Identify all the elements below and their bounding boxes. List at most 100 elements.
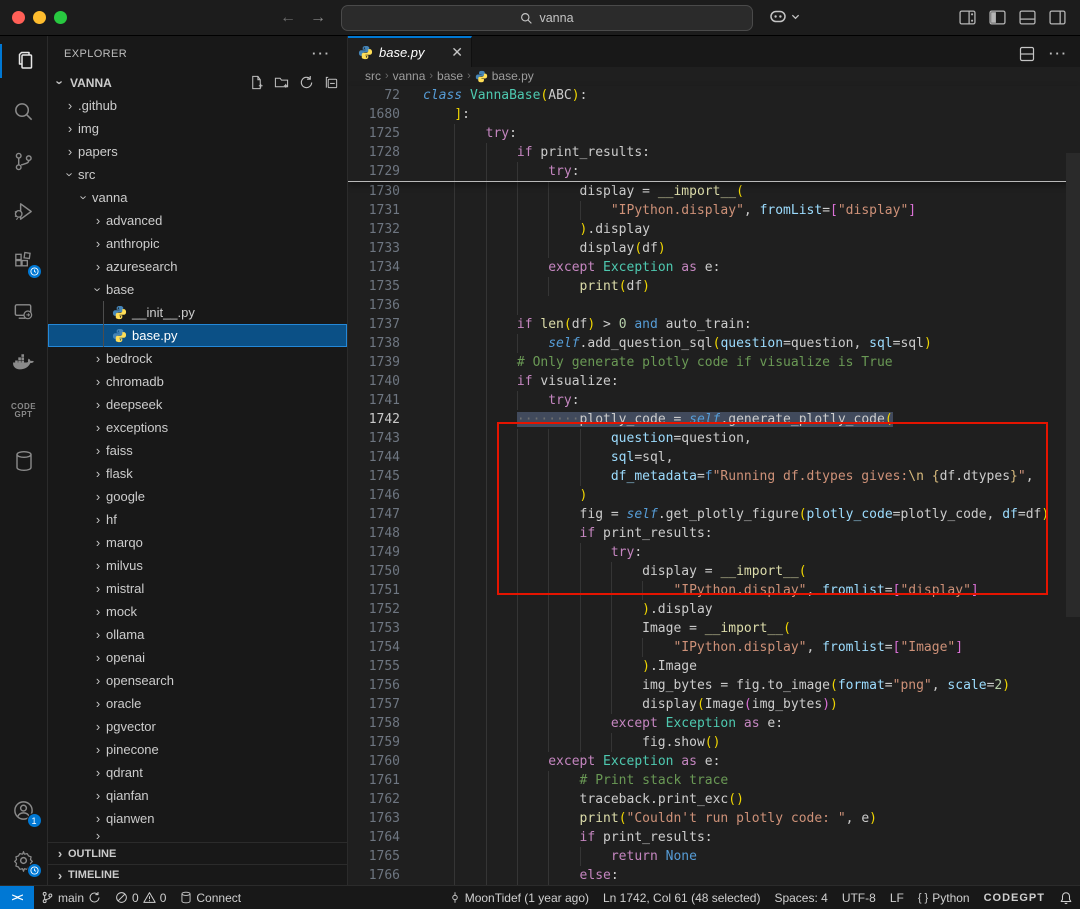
remote-indicator[interactable]: >< (0, 886, 34, 909)
line-number[interactable]: 1733 (348, 239, 400, 258)
indentation-status[interactable]: Spaces: 4 (767, 886, 834, 909)
split-editor-icon[interactable] (1019, 46, 1035, 62)
tree-item-openai[interactable]: ›openai (48, 646, 347, 669)
explorer-more-actions-icon[interactable]: ··· (312, 46, 331, 61)
workspace-section-header[interactable]: › VANNA (48, 71, 347, 94)
code-lines[interactable]: 1730 display = __import__(1731 "IPython.… (348, 182, 1080, 885)
line-content[interactable]: try: (400, 543, 1080, 562)
breadcrumb-src[interactable]: src (365, 69, 381, 83)
line-number[interactable]: 1735 (348, 277, 400, 296)
line-content[interactable]: # Only generate plotly code if visualize… (400, 353, 1080, 372)
line-content[interactable]: "IPython.display", fromlist=["Image"] (400, 638, 1080, 657)
code-line-1762[interactable]: 1762 traceback.print_exc() (348, 790, 1080, 809)
branch-status[interactable]: main (34, 886, 108, 909)
tree-item-bedrock[interactable]: ›bedrock (48, 347, 347, 370)
code-line-1735[interactable]: 1735 print(df) (348, 277, 1080, 296)
maximize-window-button[interactable] (54, 11, 67, 24)
line-number[interactable]: 1742 (348, 410, 400, 429)
tree-item-hf[interactable]: ›hf (48, 508, 347, 531)
tree-item-qdrant[interactable]: ›qdrant (48, 761, 347, 784)
code-line-1752[interactable]: 1752 ).display (348, 600, 1080, 619)
back-button[interactable]: ← (280, 9, 296, 27)
line-number[interactable]: 1732 (348, 220, 400, 239)
tree-item-anthropic[interactable]: ›anthropic (48, 232, 347, 255)
code-line-1737[interactable]: 1737 if len(df) > 0 and auto_train: (348, 315, 1080, 334)
encoding-status[interactable]: UTF-8 (835, 886, 883, 909)
line-content[interactable]: "IPython.display", fromList=["display"] (400, 201, 1080, 220)
line-content[interactable]: df_metadata=f"Running df.dtypes gives:\n… (400, 467, 1080, 486)
notifications-status[interactable] (1052, 886, 1080, 909)
code-line-1751[interactable]: 1751 "IPython.display", fromlist=["displ… (348, 581, 1080, 600)
line-content[interactable]: try: (400, 124, 1080, 143)
code-line-1725[interactable]: 1725 try: (348, 124, 1080, 143)
code-line-1730[interactable]: 1730 display = __import__( (348, 182, 1080, 201)
problems-status[interactable]: 0 0 (108, 886, 173, 909)
explorer-activity-button[interactable] (0, 36, 48, 86)
line-content[interactable]: display = __import__( (400, 182, 1080, 201)
line-number[interactable]: 1741 (348, 391, 400, 410)
line-content[interactable]: display(Image(img_bytes)) (400, 695, 1080, 714)
line-number[interactable]: 1757 (348, 695, 400, 714)
connect-status[interactable]: Connect (173, 886, 248, 909)
line-content[interactable]: display = __import__( (400, 562, 1080, 581)
code-line-1680[interactable]: 1680 ]: (348, 105, 1080, 124)
codegpt-status[interactable]: CODEGPT (977, 886, 1052, 909)
toggle-primary-sidebar-icon[interactable] (989, 9, 1006, 26)
line-content[interactable]: sql=sql, (400, 448, 1080, 467)
customize-layout-icon[interactable] (959, 9, 976, 26)
code-line-1742[interactable]: 1742 ········plotly_code = self.generate… (348, 410, 1080, 429)
tree-item-src[interactable]: ›src (48, 163, 347, 186)
code-area[interactable]: 72class VannaBase(ABC):1680 ]:1725 try: 1… (348, 86, 1080, 885)
source-control-activity-button[interactable] (0, 136, 48, 186)
line-number[interactable]: 1755 (348, 657, 400, 676)
timeline-panel-header[interactable]: › TIMELINE (48, 864, 347, 885)
tree-item-img[interactable]: ›img (48, 117, 347, 140)
line-number[interactable]: 1753 (348, 619, 400, 638)
tree-item-oracle[interactable]: ›oracle (48, 692, 347, 715)
code-line-1736[interactable]: 1736 (348, 296, 1080, 315)
code-line-1738[interactable]: 1738 self.add_question_sql(question=ques… (348, 334, 1080, 353)
docker-activity-button[interactable] (0, 336, 48, 386)
line-number[interactable]: 1743 (348, 429, 400, 448)
line-content[interactable]: if print_results: (400, 524, 1080, 543)
line-number[interactable]: 1761 (348, 771, 400, 790)
code-line-72[interactable]: 72class VannaBase(ABC): (348, 86, 1080, 105)
line-content[interactable]: traceback.print_exc() (400, 790, 1080, 809)
line-number[interactable]: 1762 (348, 790, 400, 809)
line-number[interactable]: 1763 (348, 809, 400, 828)
line-number[interactable]: 1738 (348, 334, 400, 353)
line-content[interactable]: except Exception as e: (400, 714, 1080, 733)
code-line-1739[interactable]: 1739 # Only generate plotly code if visu… (348, 353, 1080, 372)
line-content[interactable]: except Exception as e: (400, 258, 1080, 277)
database-activity-button[interactable] (0, 436, 48, 486)
line-number[interactable]: 1752 (348, 600, 400, 619)
line-number[interactable]: 1754 (348, 638, 400, 657)
line-content[interactable]: self.add_question_sql(question=question,… (400, 334, 1080, 353)
line-content[interactable]: print(df) (400, 277, 1080, 296)
tab-close-icon[interactable]: ✕ (451, 44, 463, 61)
tree-item-mistral[interactable]: ›mistral (48, 577, 347, 600)
code-line-1741[interactable]: 1741 try: (348, 391, 1080, 410)
code-line-1743[interactable]: 1743 question=question, (348, 429, 1080, 448)
new-folder-icon[interactable] (274, 75, 289, 90)
search-activity-button[interactable] (0, 86, 48, 136)
code-line-1761[interactable]: 1761 # Print stack trace (348, 771, 1080, 790)
tree-item-deepseek[interactable]: ›deepseek (48, 393, 347, 416)
tree-item-.github[interactable]: ›.github (48, 94, 347, 117)
code-line-1764[interactable]: 1764 if print_results: (348, 828, 1080, 847)
tree-item-vanna[interactable]: ›vanna (48, 186, 347, 209)
line-content[interactable]: ········plotly_code = self.generate_plot… (400, 410, 1080, 429)
line-number[interactable]: 1734 (348, 258, 400, 277)
tree-item-papers[interactable]: ›papers (48, 140, 347, 163)
line-number[interactable]: 1765 (348, 847, 400, 866)
code-line-1750[interactable]: 1750 display = __import__( (348, 562, 1080, 581)
line-number[interactable]: 1729 (348, 162, 400, 181)
line-number[interactable]: 1760 (348, 752, 400, 771)
line-content[interactable]: except Exception as e: (400, 752, 1080, 771)
code-line-1729[interactable]: 1729 try: (348, 162, 1080, 181)
toggle-secondary-sidebar-icon[interactable] (1049, 9, 1066, 26)
line-number[interactable]: 1759 (348, 733, 400, 752)
code-line-1760[interactable]: 1760 except Exception as e: (348, 752, 1080, 771)
line-number[interactable]: 1740 (348, 372, 400, 391)
code-line-1732[interactable]: 1732 ).display (348, 220, 1080, 239)
